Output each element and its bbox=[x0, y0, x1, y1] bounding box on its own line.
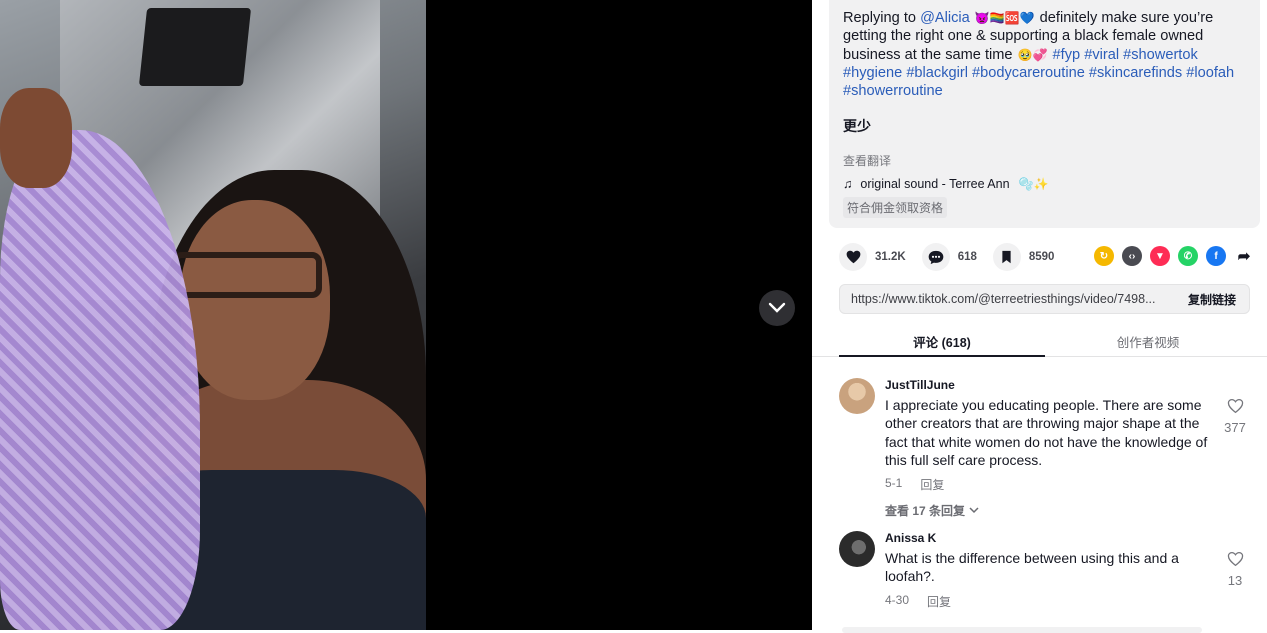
mention-link[interactable]: @Alicia bbox=[920, 10, 970, 26]
comment-like-button[interactable]: 13 bbox=[1220, 551, 1250, 588]
description-emojis-1: 👿🏳️‍🌈🆘💙 bbox=[974, 11, 1035, 25]
hashtag-link[interactable]: #skincarefinds bbox=[1089, 65, 1182, 81]
share-link-box: https://www.tiktok.com/@terreetriesthing… bbox=[839, 284, 1250, 314]
avatar[interactable] bbox=[839, 531, 875, 567]
video-stage bbox=[0, 0, 812, 630]
active-tab-indicator bbox=[839, 355, 1045, 357]
video-subject-face bbox=[180, 200, 330, 400]
video-subject-glasses bbox=[172, 252, 322, 298]
view-replies-label: 查看 17 条回复 bbox=[885, 504, 966, 519]
hashtag-link[interactable]: #fyp bbox=[1053, 47, 1081, 63]
comment-like-count: 377 bbox=[1224, 420, 1246, 435]
sound-link[interactable]: ♫ original sound - Terree Ann 🫧✨ bbox=[843, 177, 1246, 191]
tab-creator-videos[interactable]: 创作者视频 bbox=[1045, 332, 1251, 351]
commission-badge: 符合佣金领取资格 bbox=[843, 197, 948, 219]
heart-icon bbox=[846, 250, 860, 264]
send-icon[interactable]: ▼ bbox=[1150, 246, 1170, 266]
chevron-down-icon bbox=[768, 302, 786, 313]
comment-username[interactable]: JustTillJune bbox=[885, 378, 1215, 392]
comment-date: 5-1 bbox=[885, 476, 903, 491]
music-note-icon: ♫ bbox=[843, 177, 853, 192]
translate-link[interactable]: 查看翻译 bbox=[843, 152, 1246, 169]
hashtag-link[interactable]: #hygiene bbox=[843, 65, 902, 81]
hashtag-link[interactable]: #showertok bbox=[1123, 47, 1198, 63]
comment-like-button[interactable]: 377 bbox=[1220, 398, 1250, 435]
next-video-button[interactable] bbox=[759, 290, 795, 326]
bookmark-icon bbox=[1002, 250, 1011, 264]
sound-emojis: 🫧✨ bbox=[1018, 177, 1049, 192]
repost-icon[interactable]: ↻ bbox=[1094, 246, 1114, 266]
avatar[interactable] bbox=[839, 378, 875, 414]
video-subject-hand bbox=[0, 88, 72, 188]
save-button[interactable]: 8590 bbox=[992, 243, 1055, 271]
comment-date: 4-30 bbox=[885, 592, 910, 607]
sound-label: original sound - Terree Ann bbox=[860, 177, 1010, 192]
video-url[interactable]: https://www.tiktok.com/@terreetriesthing… bbox=[840, 292, 1178, 306]
video-description: Replying to @Alicia 👿🏳️‍🌈🆘💙 definitely m… bbox=[843, 9, 1243, 100]
share-arrow-icon[interactable]: ➦ bbox=[1234, 246, 1254, 266]
view-replies-button[interactable]: 查看 17 条回复 bbox=[885, 502, 1215, 519]
like-button[interactable]: 31.2K bbox=[839, 243, 906, 271]
comment-text: I appreciate you educating people. There… bbox=[885, 397, 1208, 468]
comment-username[interactable]: Anissa K bbox=[885, 531, 1215, 545]
action-bar: 31.2K 618 8590 ↻ ‹› ▼ ✆ f ➦ bbox=[839, 242, 1254, 272]
hashtag-link[interactable]: #bodycareroutine bbox=[972, 65, 1085, 81]
description-emojis-2: 🥹💞 bbox=[1017, 47, 1048, 62]
show-less-button[interactable]: 更少 bbox=[843, 116, 1246, 136]
description-card: Replying to @Alicia 👿🏳️‍🌈🆘💙 definitely m… bbox=[829, 0, 1260, 228]
comment-button[interactable]: 618 bbox=[921, 243, 977, 271]
save-count: 8590 bbox=[1028, 251, 1055, 263]
reply-button[interactable]: 回复 bbox=[920, 476, 944, 493]
like-count: 31.2K bbox=[875, 251, 906, 263]
hashtag-link[interactable]: #blackgirl bbox=[906, 65, 968, 81]
hashtag-link[interactable]: #loofah bbox=[1186, 65, 1234, 81]
comment-input-edge[interactable] bbox=[842, 627, 1202, 633]
tab-bar: 评论 (618) 创作者视频 bbox=[812, 326, 1267, 357]
comment-like-count: 13 bbox=[1227, 573, 1243, 588]
facebook-icon[interactable]: f bbox=[1206, 246, 1226, 266]
description-prefix: Replying to bbox=[843, 10, 921, 26]
hashtag-link[interactable]: #viral bbox=[1084, 47, 1119, 63]
reply-button[interactable]: 回复 bbox=[927, 593, 951, 610]
chevron-down-icon bbox=[969, 507, 979, 514]
tab-comments[interactable]: 评论 (618) bbox=[839, 332, 1045, 351]
heart-outline-icon bbox=[1227, 398, 1243, 414]
video-speaker-object bbox=[138, 8, 252, 86]
comment-text: What is the difference between using thi… bbox=[885, 550, 1179, 585]
copy-link-button[interactable]: 复制链接 bbox=[1178, 291, 1249, 308]
details-panel: Replying to @Alicia 👿🏳️‍🌈🆘💙 definitely m… bbox=[812, 0, 1267, 633]
comment-count: 618 bbox=[957, 251, 977, 263]
video-player[interactable] bbox=[0, 0, 426, 630]
share-icons: ↻ ‹› ▼ ✆ f ➦ bbox=[1094, 246, 1254, 266]
comment-bubble-icon bbox=[928, 250, 944, 264]
whatsapp-icon[interactable]: ✆ bbox=[1178, 246, 1198, 266]
embed-icon[interactable]: ‹› bbox=[1122, 246, 1142, 266]
heart-outline-icon bbox=[1227, 551, 1243, 567]
hashtag-link[interactable]: #showerroutine bbox=[843, 83, 943, 99]
